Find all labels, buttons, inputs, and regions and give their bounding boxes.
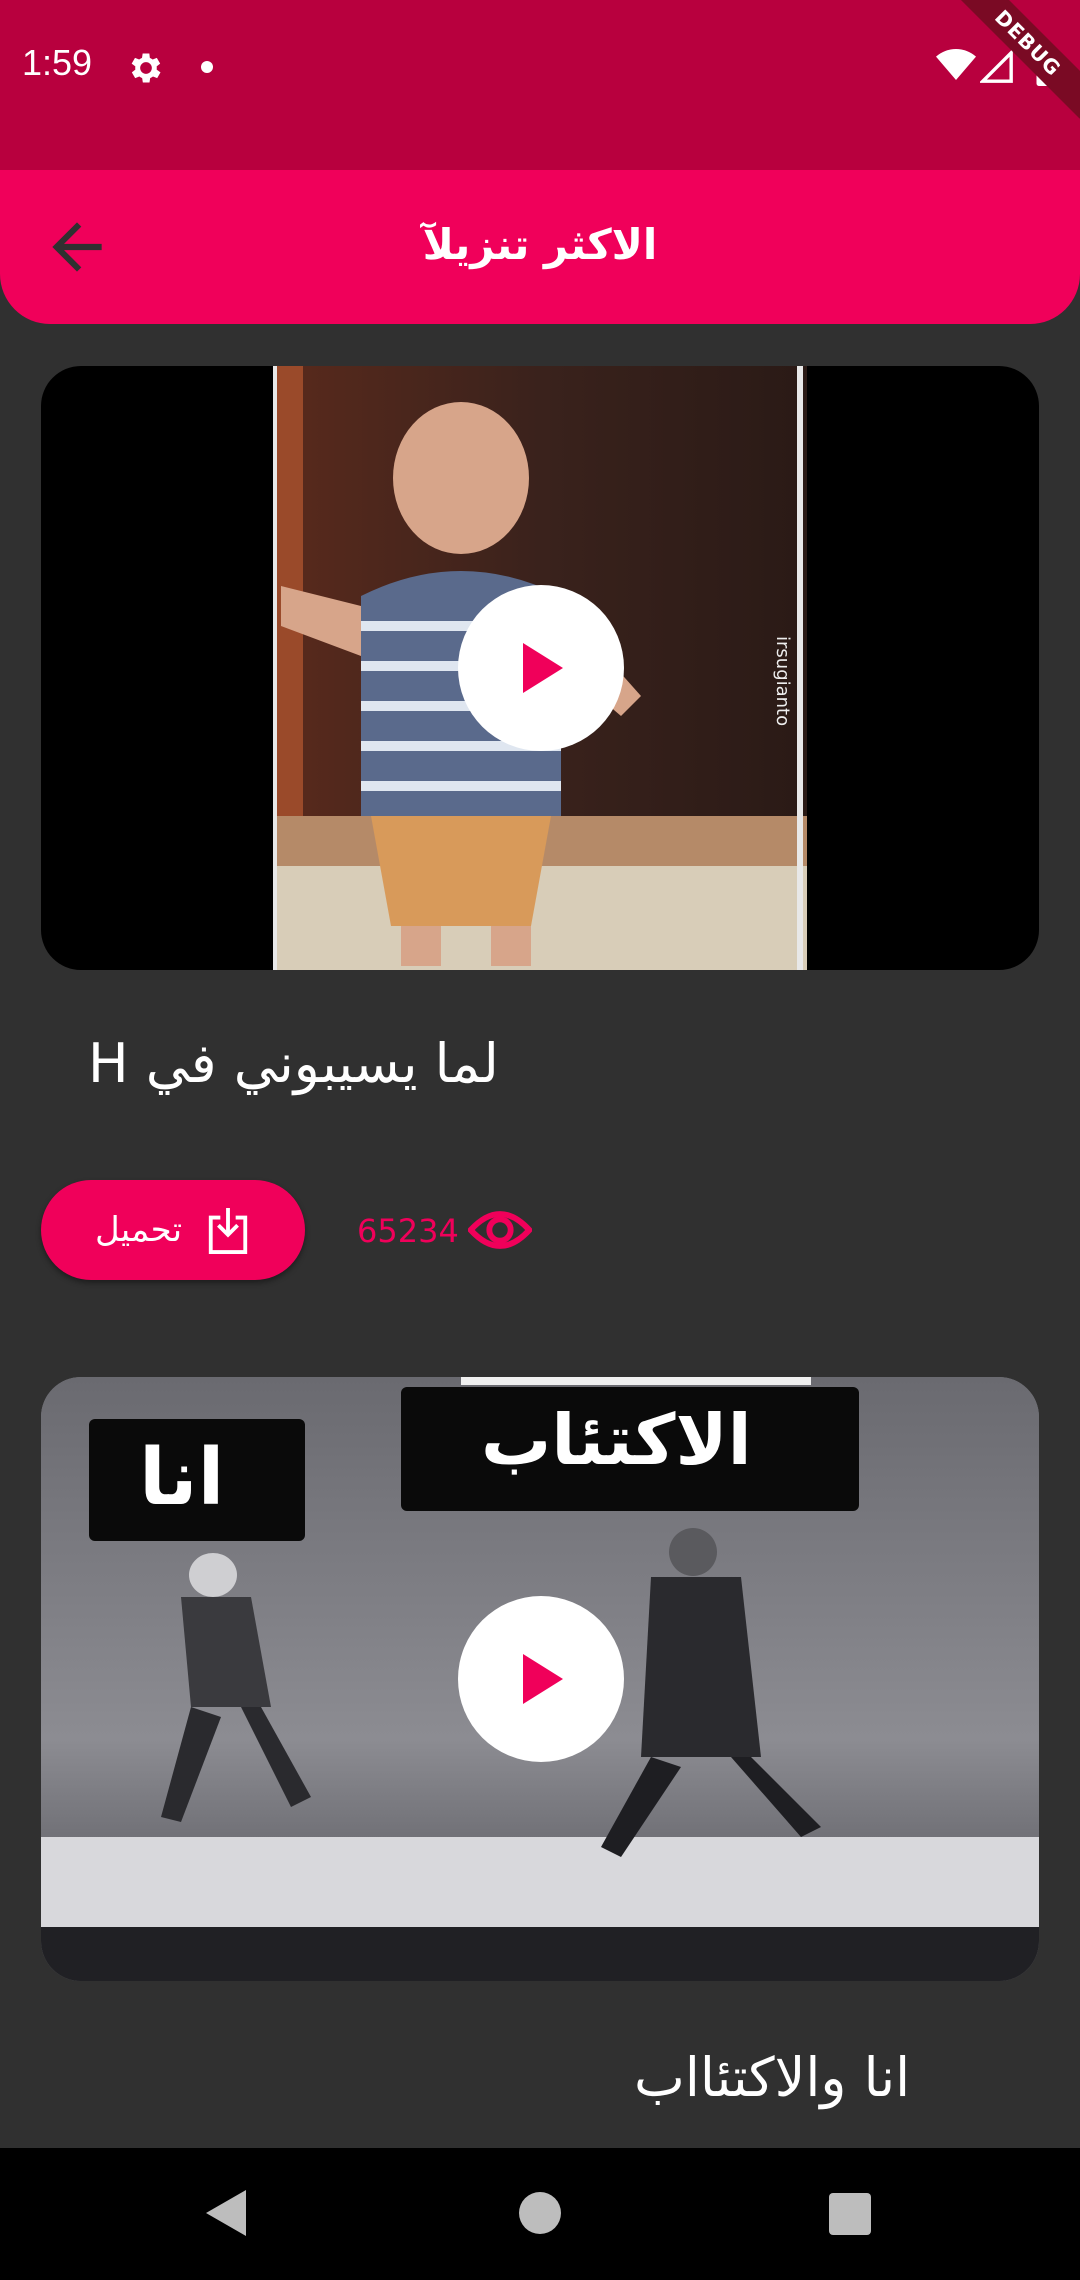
signal-icon bbox=[980, 50, 1013, 83]
video-thumbnail[interactable]: انا الاكتئاب bbox=[41, 1377, 1039, 1981]
thumbnail-watermark: irsugianto bbox=[772, 636, 793, 727]
nav-back-icon[interactable] bbox=[204, 2188, 248, 2238]
video-title: H لما يسيبوني في bbox=[88, 1032, 499, 1095]
nav-recents-icon[interactable] bbox=[829, 2193, 871, 2235]
video-title: انا والاكتئااب bbox=[634, 2046, 911, 2109]
eye-icon bbox=[468, 1211, 532, 1249]
play-icon bbox=[523, 1654, 563, 1704]
download-button[interactable]: تحميل bbox=[41, 1180, 305, 1280]
play-button[interactable] bbox=[458, 585, 624, 751]
download-label: تحميل bbox=[95, 1210, 183, 1250]
status-time: 1:59 bbox=[22, 42, 93, 83]
video-thumbnail[interactable]: irsugianto bbox=[41, 366, 1039, 970]
thumbnail-caption-left: انا bbox=[139, 1433, 225, 1523]
notification-dot-icon bbox=[201, 61, 213, 73]
system-nav-bar bbox=[0, 2148, 1080, 2280]
thumbnail-caption-right: الاكتئاب bbox=[481, 1399, 752, 1481]
nav-home-icon[interactable] bbox=[519, 2192, 561, 2234]
page-title: الاكثر تنزيلآ bbox=[422, 220, 658, 269]
status-bar: 1:59 DEBUG bbox=[0, 0, 1080, 170]
download-icon bbox=[208, 1208, 248, 1254]
play-button[interactable] bbox=[458, 1596, 624, 1762]
app-bar: الاكثر تنزيلآ bbox=[0, 170, 1080, 324]
play-icon bbox=[523, 643, 563, 693]
view-count: 65234 bbox=[357, 1212, 459, 1250]
gear-icon bbox=[131, 53, 161, 83]
wifi-icon bbox=[936, 49, 976, 80]
